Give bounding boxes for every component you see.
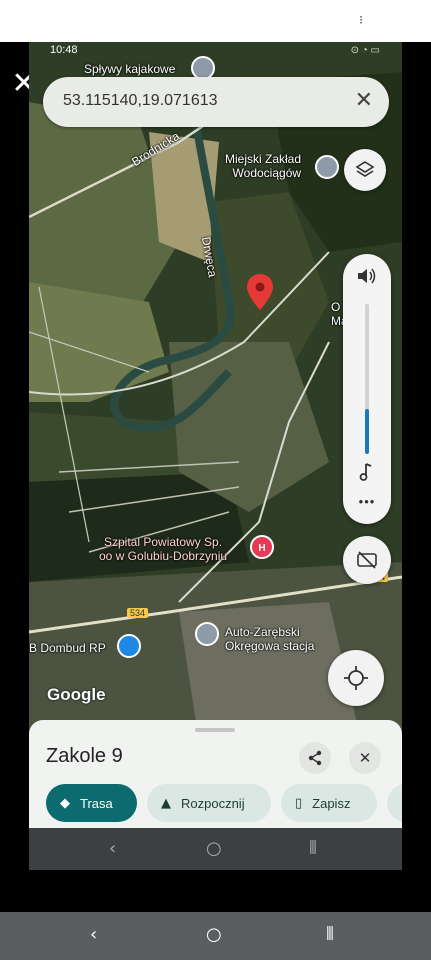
map-label-hospital[interactable]: Szpital Powiatowy Sp. oo w Golubiu-Dobrz… <box>99 535 227 563</box>
coordinates-search-bar[interactable]: 53.115140,19.071613 ✕ <box>43 77 389 127</box>
live-caption-button[interactable] <box>343 536 391 584</box>
water-works-line2: Wodociągów <box>232 166 302 180</box>
svg-text:H: H <box>258 543 265 554</box>
save-chip[interactable]: ▯ Zapisz <box>281 784 377 822</box>
phone-back-icon[interactable]: ‹ <box>109 838 116 859</box>
viewer-menu-icon[interactable]: ⁝ <box>359 13 363 27</box>
water-works-line1: Miejski Zakład <box>225 152 302 166</box>
share-icon <box>308 750 322 766</box>
directions-chip[interactable]: ◆ Trasa <box>46 784 137 822</box>
status-icons: ⊙ ◔ ▭ <box>350 45 380 56</box>
place-title: Zakole 9 <box>46 745 123 767</box>
volume-slider[interactable] <box>365 304 369 454</box>
map-label-auto[interactable]: Auto-Zarębski Okręgowa stacja <box>225 625 314 653</box>
save-label: Zapisz <box>312 795 351 811</box>
auto-line1: Auto-Zarębski <box>225 625 300 639</box>
status-time: 10:48 <box>50 44 78 56</box>
share-button[interactable] <box>299 742 331 774</box>
layers-button[interactable] <box>344 149 386 191</box>
google-logo: Google <box>47 685 106 704</box>
navigation-arrow-icon: ▲ <box>161 795 171 811</box>
crosshair-icon <box>344 666 368 690</box>
volume-slider-fill <box>365 409 369 454</box>
speaker-icon[interactable] <box>356 266 378 286</box>
hospital-line1: Szpital Powiatowy Sp. <box>104 535 223 549</box>
map-label-company[interactable]: B Dombud RP <box>29 641 106 655</box>
phone-navigation-bar: ‹ ○ ⦀ <box>29 828 402 870</box>
map-label-kayak[interactable]: Spływy kajakowe <box>84 62 175 76</box>
viewer-top-strip: ⁝ <box>0 0 431 42</box>
person-line1: O <box>331 300 341 314</box>
more-chip[interactable] <box>387 784 402 822</box>
road-number-badge: 534 <box>127 608 149 618</box>
volume-panel[interactable]: ••• <box>343 254 391 524</box>
directions-icon: ◆ <box>60 795 70 811</box>
music-note-icon[interactable] <box>358 462 376 482</box>
system-navigation-bar: ‹ ○ ⦀ <box>0 912 431 960</box>
home-icon[interactable]: ○ <box>206 924 222 945</box>
search-query[interactable]: 53.115140,19.071613 <box>63 92 218 110</box>
bookmark-icon: ▯ <box>295 795 303 811</box>
sheet-drag-handle[interactable] <box>195 728 235 732</box>
place-bottom-sheet[interactable]: Zakole 9 ✕ ◆ Trasa ▲ Rozpocznij ▯ Zapisz <box>29 720 402 828</box>
back-icon[interactable]: ‹ <box>90 924 97 945</box>
auto-line2: Okręgowa stacja <box>225 639 315 653</box>
clear-search-icon[interactable]: ✕ <box>355 88 373 113</box>
location-pin-icon[interactable] <box>247 274 273 310</box>
status-bar: 10:48 ⊙ ◔ ▭ <box>29 42 402 60</box>
close-sheet-button[interactable]: ✕ <box>349 742 381 774</box>
layers-icon <box>355 161 375 177</box>
map-label-water-works[interactable]: Miejski Zakład Wodociągów <box>225 152 301 180</box>
hospital-line2: oo w Golubiu-Dobrzyniu <box>99 549 228 563</box>
my-location-button[interactable] <box>328 650 384 706</box>
directions-label: Trasa <box>80 795 113 811</box>
start-label: Rozpocznij <box>181 795 245 811</box>
more-options-icon[interactable]: ••• <box>355 494 379 509</box>
captions-off-icon <box>357 551 377 569</box>
close-icon: ✕ <box>358 749 372 767</box>
phone-screenshot: H 10:48 ⊙ ◔ ▭ Spływy kajakowe Brodnicka … <box>29 42 402 870</box>
phone-home-icon[interactable]: ○ <box>206 838 222 859</box>
phone-recents-icon[interactable]: ⦀ <box>309 838 317 859</box>
start-chip[interactable]: ▲ Rozpocznij <box>147 784 271 822</box>
recents-icon[interactable]: ⦀ <box>326 924 334 945</box>
